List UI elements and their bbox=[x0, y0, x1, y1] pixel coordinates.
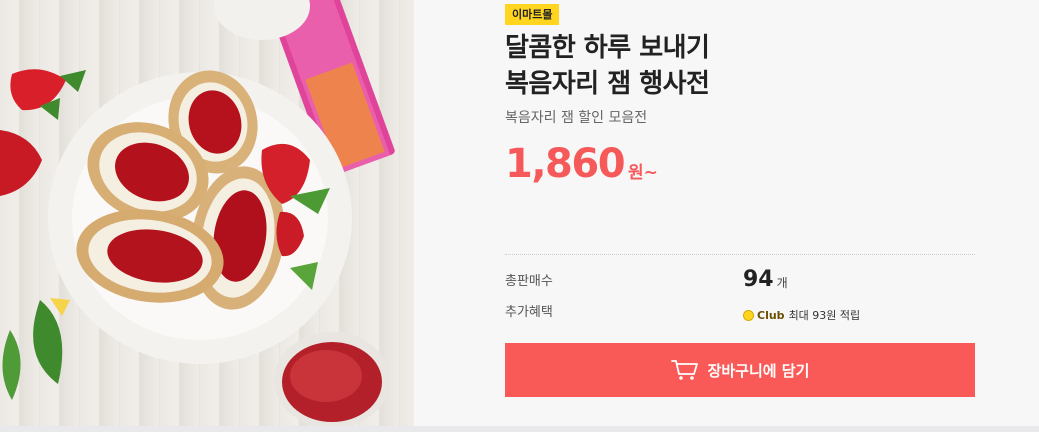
product-title-line-1[interactable]: 달콤한 하루 보내기 bbox=[505, 30, 975, 66]
sold-count: 94 bbox=[743, 267, 774, 292]
store-badge[interactable]: 이마트몰 bbox=[505, 4, 560, 25]
price-value: 1,860 bbox=[505, 141, 626, 187]
strawberry-jam-toast-image bbox=[0, 0, 395, 426]
add-to-cart-label: 장바구니에 담기 bbox=[707, 361, 810, 380]
total-sold-value: 94 개 bbox=[743, 265, 788, 295]
sold-unit: 개 bbox=[776, 276, 788, 290]
product-price: 1,860 원~ bbox=[505, 138, 658, 188]
extra-benefit-label: 추가혜택 bbox=[505, 305, 553, 320]
product-subtitle: 복음자리 잼 할인 모음전 bbox=[505, 110, 648, 126]
club-label: Club bbox=[757, 308, 785, 322]
price-unit: 원~ bbox=[628, 163, 658, 183]
product-title[interactable]: 달콤한 하루 보내기 복음자리 잼 행사전 bbox=[505, 30, 975, 102]
total-sold-label: 총판매수 bbox=[505, 274, 553, 289]
benefit-text: 최대 93원 적립 bbox=[788, 309, 861, 322]
extra-benefit-value: Club 최대 93원 적립 bbox=[743, 307, 860, 323]
add-to-cart-button[interactable]: 장바구니에 담기 bbox=[505, 343, 975, 397]
shopping-cart-icon bbox=[670, 360, 698, 380]
club-coin-icon bbox=[743, 309, 754, 321]
info-divider bbox=[505, 254, 975, 255]
product-promo-page: 이마트몰 달콤한 하루 보내기 복음자리 잼 행사전 복음자리 잼 할인 모음전… bbox=[0, 0, 1039, 432]
product-title-line-2[interactable]: 복음자리 잼 행사전 bbox=[505, 66, 975, 102]
product-info: 이마트몰 달콤한 하루 보내기 복음자리 잼 행사전 복음자리 잼 할인 모음전… bbox=[505, 0, 975, 432]
product-image[interactable] bbox=[0, 0, 414, 426]
